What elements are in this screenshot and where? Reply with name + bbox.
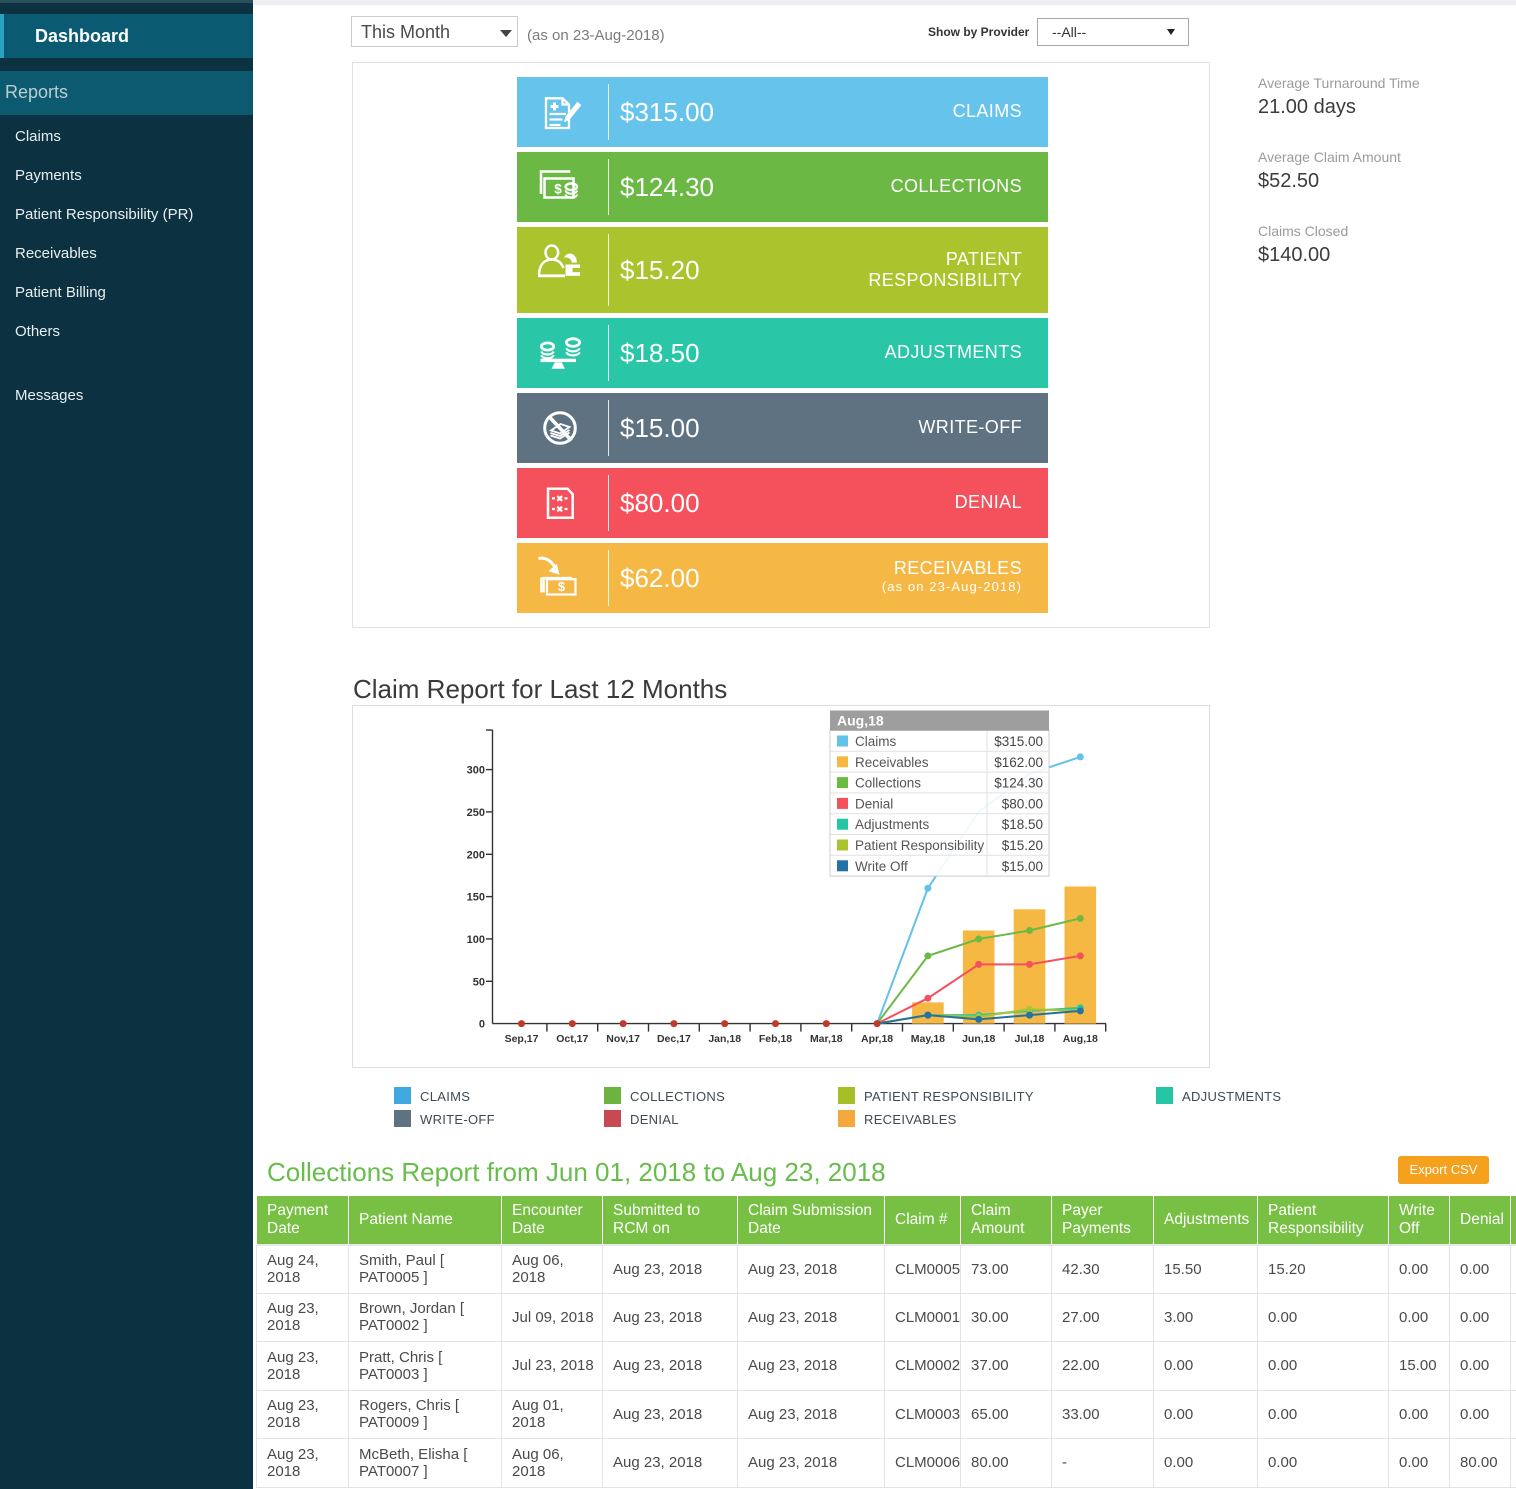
svg-text:$15.00: $15.00 — [1002, 859, 1043, 874]
svg-text:Feb,18: Feb,18 — [759, 1033, 792, 1045]
svg-text:100: 100 — [467, 934, 485, 946]
svg-text:50: 50 — [473, 976, 485, 988]
svg-text:Jul,18: Jul,18 — [1015, 1033, 1045, 1045]
svg-text:250: 250 — [467, 807, 485, 819]
svg-text:Aug,18: Aug,18 — [1063, 1033, 1098, 1045]
svg-text:Nov,17: Nov,17 — [606, 1033, 640, 1045]
svg-text:Receivables: Receivables — [855, 755, 929, 770]
svg-text:$: $ — [554, 182, 562, 197]
svg-text:$: $ — [558, 579, 566, 594]
svg-text:Denial: Denial — [855, 796, 893, 811]
svg-text:$162.00: $162.00 — [994, 755, 1043, 770]
svg-text:Aug,18: Aug,18 — [837, 713, 884, 729]
svg-text:Apr,18: Apr,18 — [861, 1033, 893, 1045]
svg-text:May,18: May,18 — [911, 1033, 945, 1045]
svg-text:Mar,18: Mar,18 — [810, 1033, 843, 1045]
svg-text:Jun,18: Jun,18 — [962, 1033, 995, 1045]
svg-text:$124.30: $124.30 — [994, 776, 1043, 791]
svg-text:$80.00: $80.00 — [1002, 796, 1043, 811]
svg-text:Claims: Claims — [855, 734, 897, 749]
svg-text:Jan,18: Jan,18 — [708, 1033, 741, 1045]
svg-text:300: 300 — [467, 765, 485, 777]
svg-text:Sep,17: Sep,17 — [505, 1033, 539, 1045]
svg-text:Adjustments: Adjustments — [855, 817, 930, 832]
svg-text:Patient Responsibility: Patient Responsibility — [855, 838, 984, 853]
svg-text:$15.20: $15.20 — [1002, 838, 1043, 853]
svg-text:0: 0 — [479, 1019, 485, 1031]
svg-text:Oct,17: Oct,17 — [556, 1033, 588, 1045]
svg-text:200: 200 — [467, 849, 485, 861]
svg-text:Collections: Collections — [855, 776, 921, 791]
svg-text:150: 150 — [467, 892, 485, 904]
svg-text:Dec,17: Dec,17 — [657, 1033, 691, 1045]
svg-text:Write Off: Write Off — [855, 859, 908, 874]
svg-text:$18.50: $18.50 — [1002, 817, 1043, 832]
svg-text:$315.00: $315.00 — [994, 734, 1043, 749]
